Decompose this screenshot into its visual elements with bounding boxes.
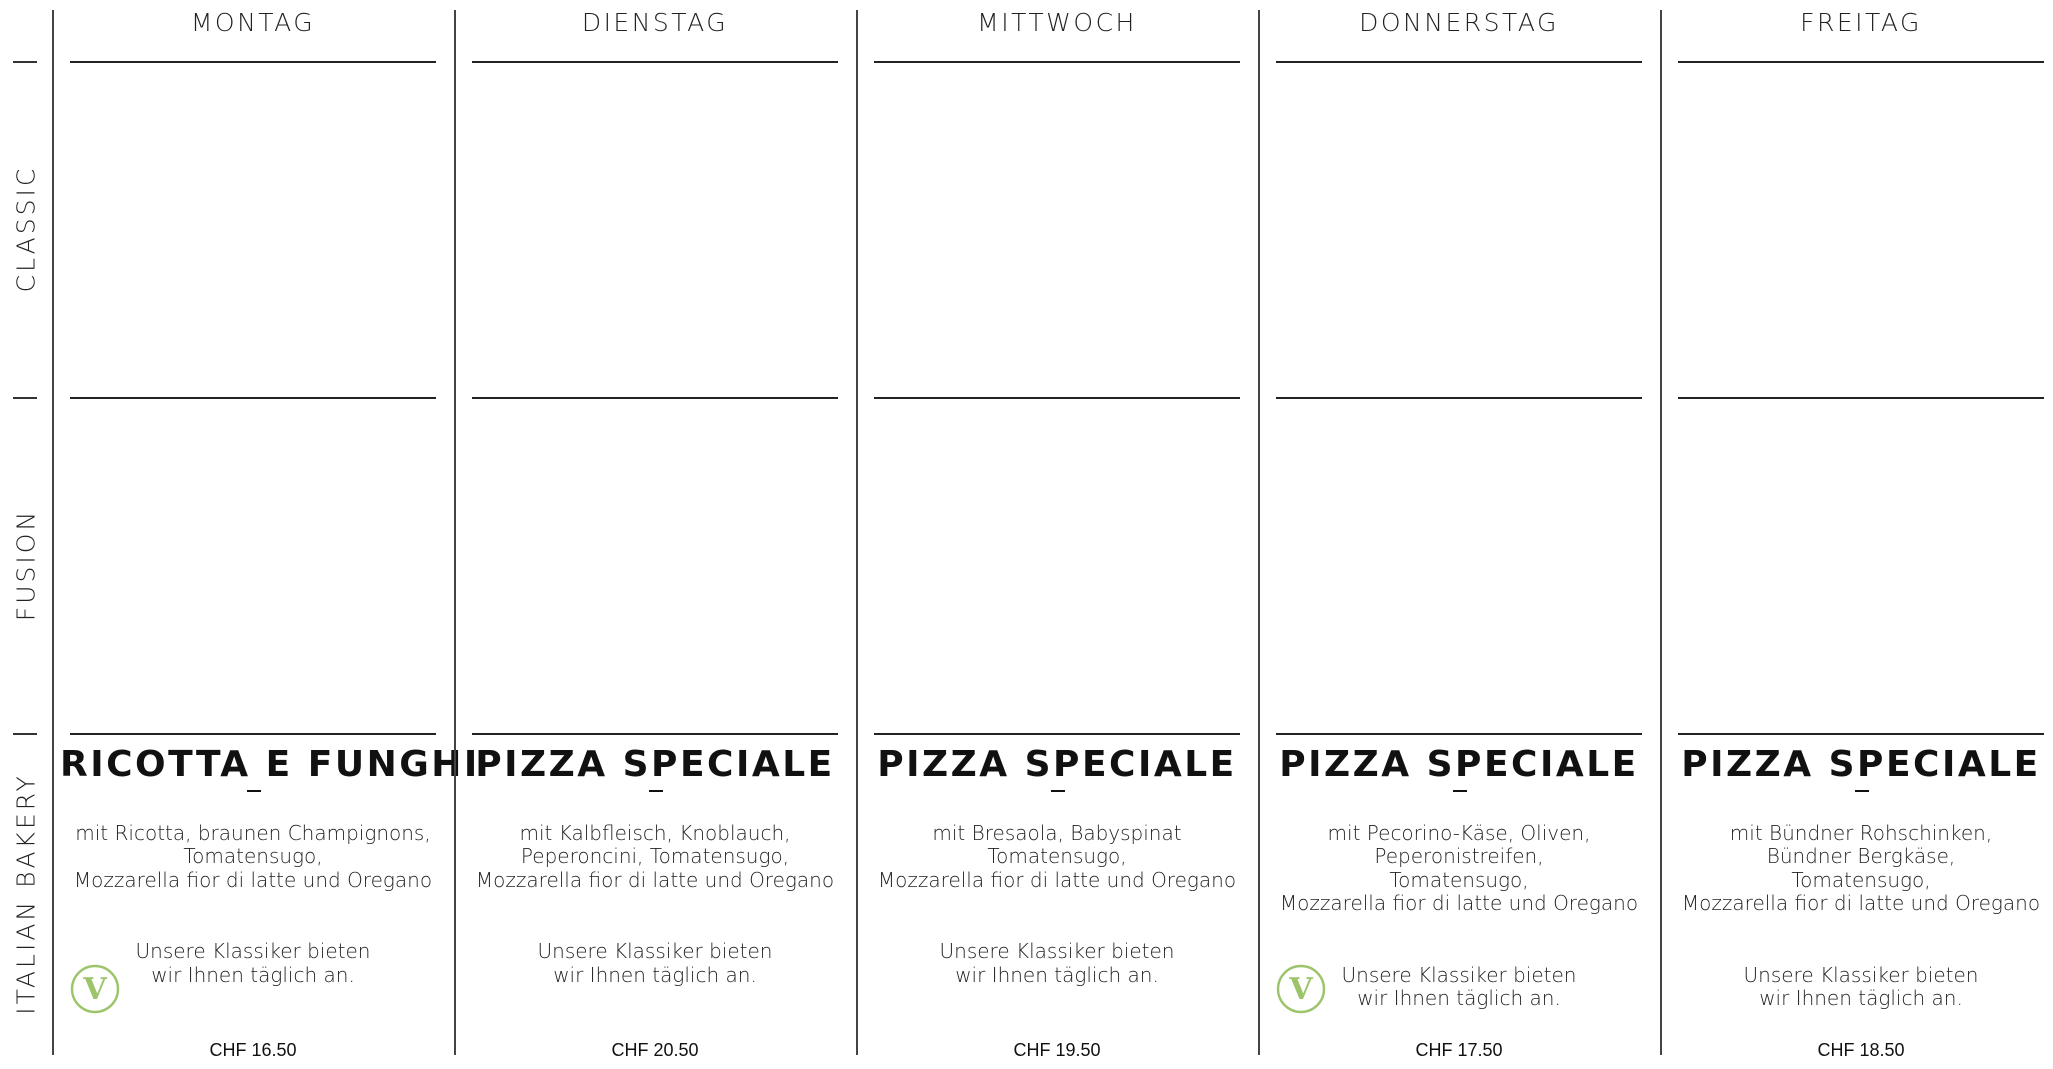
day-name: DIENSTAG — [581, 8, 729, 37]
day-name: FREITAG — [1800, 8, 1922, 37]
day-column-tuesday: DIENSTAG PIZZA SPECIALE mit Kalbfleisch,… — [454, 0, 856, 1069]
dish-description: mit Kalbfleisch, Knoblauch, Peperoncini,… — [475, 820, 835, 892]
price: CHF 19.50 — [1013, 1040, 1101, 1060]
day-column-wednesday: MITTWOCH PIZZA SPECIALE mit Bresaola, Ba… — [856, 0, 1258, 1069]
vegetarian-icon: V — [1276, 964, 1326, 1014]
vegetarian-letter: V — [1288, 972, 1313, 1007]
category-divider-tick — [13, 733, 37, 735]
day-name: MITTWOCH — [977, 8, 1137, 37]
section-rule — [472, 61, 838, 63]
daily-note: Unsere Klassiker bieten wir Ihnen täglic… — [537, 938, 773, 987]
day-name: DONNERSTAG — [1359, 8, 1559, 37]
section-rule — [70, 397, 436, 399]
category-divider-tick — [13, 397, 37, 399]
column-divider — [454, 10, 456, 1055]
vegetarian-icon: V — [70, 964, 120, 1014]
day-name: MONTAG — [190, 8, 316, 37]
section-rule — [472, 733, 838, 735]
title-underline-mark — [1855, 790, 1869, 792]
price: CHF 16.50 — [209, 1040, 297, 1060]
section-rule — [1678, 61, 2044, 63]
column-divider — [856, 10, 858, 1055]
day-column-thursday: DONNERSTAG PIZZA SPECIALE mit Pecorino-K… — [1258, 0, 1660, 1069]
dish-title: PIZZA SPECIALE — [475, 744, 835, 785]
section-rule — [874, 733, 1240, 735]
dish-description: mit Bresaola, Babyspinat Tomatensugo, Mo… — [877, 820, 1237, 892]
category-label-classic: CLASSIC — [11, 165, 41, 293]
section-rule — [874, 61, 1240, 63]
day-column-friday: FREITAG PIZZA SPECIALE mit Bündner Rohsc… — [1660, 0, 2053, 1069]
dish-title: RICOTTA E FUNGHI — [60, 744, 480, 785]
dish-description-block: mit Bündner Rohschinken, Bündner Bergkäs… — [1666, 798, 2053, 1034]
section-rule — [1276, 733, 1642, 735]
price: CHF 20.50 — [611, 1040, 699, 1060]
column-divider — [1660, 10, 1662, 1055]
dish-title: PIZZA SPECIALE — [1681, 744, 2041, 785]
section-rule — [1678, 397, 2044, 399]
price: CHF 18.50 — [1817, 1040, 1905, 1060]
section-rule — [70, 733, 436, 735]
column-divider — [1258, 10, 1260, 1055]
vegetarian-letter: V — [82, 972, 107, 1007]
dish-description: mit Ricotta, braunen Champignons, Tomate… — [73, 820, 433, 892]
category-divider-tick — [13, 61, 37, 63]
day-column-monday: MONTAG RICOTTA E FUNGHI mit Ricotta, bra… — [52, 0, 480, 1069]
title-underline-mark — [649, 790, 663, 792]
section-rule — [1276, 397, 1642, 399]
price: CHF 17.50 — [1415, 1040, 1503, 1060]
dish-title: PIZZA SPECIALE — [877, 744, 1237, 785]
section-rule — [70, 61, 436, 63]
section-rule — [874, 397, 1240, 399]
category-label-italian-bakery: ITALIAN BAKERY — [11, 773, 41, 1015]
daily-note: Unsere Klassiker bieten wir Ihnen täglic… — [1743, 962, 1979, 1011]
section-rule — [1276, 61, 1642, 63]
category-label-fusion: FUSION — [11, 508, 41, 622]
dish-description: mit Pecorino-Käse, Oliven, Peperonistrei… — [1279, 820, 1639, 916]
title-underline-mark — [1453, 790, 1467, 792]
dish-title: PIZZA SPECIALE — [1279, 744, 1639, 785]
section-rule — [1678, 733, 2044, 735]
dish-description-block: mit Bresaola, Babyspinat Tomatensugo, Mo… — [862, 798, 1252, 1011]
daily-note: Unsere Klassiker bieten wir Ihnen täglic… — [939, 938, 1175, 987]
section-rule — [472, 397, 838, 399]
column-divider — [52, 10, 54, 1055]
dish-description-block: mit Kalbfleisch, Knoblauch, Peperoncini,… — [460, 798, 850, 1011]
dish-description: mit Bündner Rohschinken, Bündner Bergkäs… — [1681, 820, 2041, 916]
title-underline-mark — [247, 790, 261, 792]
title-underline-mark — [1051, 790, 1065, 792]
